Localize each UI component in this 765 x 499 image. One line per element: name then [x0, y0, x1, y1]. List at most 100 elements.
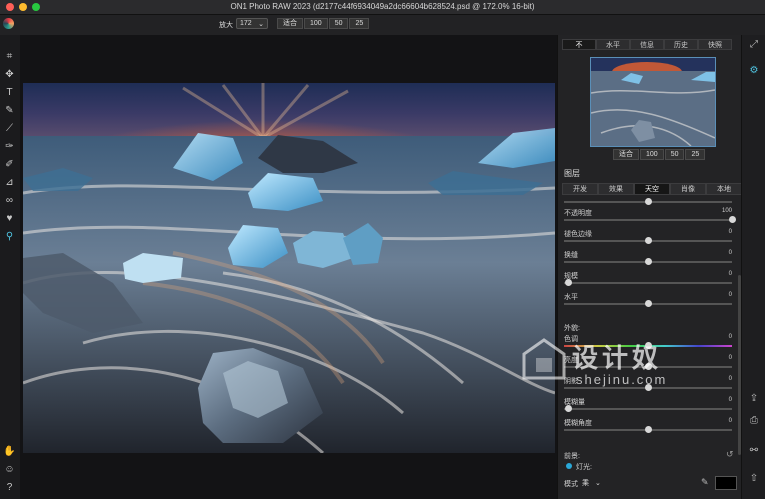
brush-icon[interactable]: ✎ — [3, 104, 16, 117]
slider-label: 褪色边缘 — [564, 231, 592, 238]
slider-knob[interactable] — [565, 405, 572, 412]
left-toolbar: ⌗ ✥ T ✎ ⟋ ✑ ✐ ⊿ ∞ ♥ ⚲ ✋ ☺ ? — [0, 35, 20, 499]
slider-fade-edge[interactable]: 褪色边缘 0 — [564, 229, 736, 249]
paint-icon[interactable]: ✑ — [3, 140, 16, 153]
nav-zoom-fit-button[interactable]: 适合 — [613, 149, 639, 160]
share-icon[interactable]: ⚯ — [748, 445, 760, 457]
tab-local[interactable]: 本地 — [706, 183, 742, 195]
mode-value: 乘 — [582, 479, 589, 487]
image-canvas[interactable] — [20, 35, 557, 499]
slider-label: 水平 — [564, 294, 578, 301]
navigator-zoom-buttons: 适合 100 50 25 — [613, 149, 706, 160]
zoom-50-button[interactable]: 50 — [328, 18, 349, 29]
adjust-icon[interactable]: ⚙ — [748, 65, 760, 77]
zoom-25-button[interactable]: 25 — [349, 18, 370, 29]
slider-horizontal[interactable]: 水平 0 — [564, 292, 736, 312]
window-title: ON1 Photo RAW 2023 (d2177c44f6934049a2dc… — [230, 2, 535, 11]
slider-label: 不透明度 — [564, 210, 592, 217]
zoom-icon[interactable]: ⚲ — [3, 230, 16, 243]
slider-track — [564, 282, 732, 284]
slider-blur-angle[interactable]: 模糊角度 0 — [564, 418, 736, 438]
tab-snapshots[interactable]: 快照 — [698, 39, 732, 50]
upload-icon[interactable]: ⇧ — [748, 473, 760, 485]
top-toolbar: 放大 172 ⌄ 适合 100 50 25 — [0, 15, 765, 35]
mode-select[interactable]: 乘 ⌄ — [582, 477, 606, 488]
zoom-label: 放大 — [219, 22, 233, 29]
slider-value: 0 — [728, 397, 732, 403]
chevron-down-icon: ⌄ — [258, 20, 264, 28]
line-icon[interactable]: ⟋ — [3, 122, 16, 135]
tab-portrait[interactable]: 肖像 — [670, 183, 706, 195]
slider-value: 0 — [728, 271, 732, 277]
tab-navigator[interactable]: 不 — [562, 39, 596, 50]
tab-sky[interactable]: 天空 — [634, 183, 670, 195]
slider-value: 0 — [728, 250, 732, 256]
nav-zoom-25-button[interactable]: 25 — [685, 149, 706, 160]
foreground-color-swatch[interactable] — [715, 476, 737, 490]
zoom-buttons: 适合 100 50 25 — [277, 18, 370, 29]
watermark: 设计奴 shejinu.com — [520, 336, 760, 396]
photo-image[interactable] — [23, 83, 555, 453]
gradient-icon[interactable]: ⊿ — [3, 176, 16, 189]
tab-history[interactable]: 历史 — [664, 39, 698, 50]
hand-icon[interactable]: ✋ — [3, 445, 16, 458]
mode-label: 模式 — [564, 481, 578, 488]
expand-icon[interactable]: ⤢ — [748, 39, 760, 51]
slider-blur-amount[interactable]: 模糊量 0 — [564, 397, 736, 417]
slider-knob[interactable] — [645, 258, 652, 265]
heart-icon[interactable]: ♥ — [3, 212, 16, 225]
watermark-logo-icon — [522, 338, 566, 380]
zoom-value: 172 — [240, 20, 252, 27]
slider-scale[interactable]: 规模 0 — [564, 271, 736, 291]
slider-knob[interactable] — [729, 216, 736, 223]
tab-info[interactable]: 信息 — [630, 39, 664, 50]
slider-seam[interactable]: 换缝 0 — [564, 250, 736, 270]
clone-icon[interactable]: ∞ — [3, 194, 16, 207]
help-icon[interactable]: ? — [3, 481, 16, 494]
layer-module-tabs: 开发 效果 天空 肖像 本地 — [562, 183, 742, 195]
light-label: 灯光: — [576, 464, 592, 471]
person-icon[interactable]: ☺ — [3, 463, 16, 476]
print-icon[interactable]: ⎙ — [748, 415, 760, 427]
zoom-select[interactable]: 172 ⌄ — [236, 18, 268, 29]
slider-value: 0 — [728, 229, 732, 235]
reset-icon[interactable]: ↺ — [726, 449, 734, 460]
slider-value: 0 — [728, 418, 732, 424]
right-panel: 不 水平 信息 历史 快照 适合 100 50 25 图层 开发 效果 天空 肖… — [557, 35, 742, 499]
title-bar: ON1 Photo RAW 2023 (d2177c44f6934049a2dc… — [0, 0, 765, 15]
slider-knob[interactable] — [565, 279, 572, 286]
appearance-title: 外貌: — [564, 325, 580, 332]
navigator-thumbnail[interactable] — [590, 57, 716, 147]
watermark-cn-text: 设计奴 — [572, 343, 663, 373]
nav-zoom-100-button[interactable]: 100 — [640, 149, 664, 160]
crop-icon[interactable]: ⌗ — [3, 50, 16, 63]
slider-knob[interactable] — [645, 198, 652, 205]
navigator-tabs: 不 水平 信息 历史 快照 — [562, 39, 732, 50]
eyedropper-icon[interactable]: ✎ — [701, 477, 709, 488]
retouch-icon[interactable]: ✐ — [3, 158, 16, 171]
photo-artwork — [23, 83, 555, 453]
app-logo-icon — [3, 18, 14, 29]
move-icon[interactable]: ✥ — [3, 68, 16, 81]
slider-value: 100 — [721, 208, 732, 214]
slider-label: 换缝 — [564, 252, 578, 259]
text-icon[interactable]: T — [3, 86, 16, 99]
navigator-preview — [591, 58, 715, 146]
foreground-title: 前景: — [564, 453, 580, 460]
zoom-100-button[interactable]: 100 — [304, 18, 328, 29]
chevron-down-icon: ⌄ — [595, 479, 601, 487]
slider-track — [564, 219, 732, 221]
slider-knob[interactable] — [645, 237, 652, 244]
slider-value: 0 — [728, 292, 732, 298]
slider-knob[interactable] — [645, 426, 652, 433]
tab-levels[interactable]: 水平 — [596, 39, 630, 50]
slider-knob[interactable] — [645, 300, 652, 307]
zoom-fit-button[interactable]: 适合 — [277, 18, 303, 29]
watermark-url-text: shejinu.com — [576, 372, 668, 387]
nav-zoom-50-button[interactable]: 50 — [664, 149, 685, 160]
light-toggle-icon[interactable] — [566, 463, 572, 469]
tab-effects[interactable]: 效果 — [598, 183, 634, 195]
module-strip: ⤢ ⚙ ⇪ ⎙ ⚯ ⇧ — [741, 35, 765, 499]
slider-opacity[interactable]: 不透明度 100 — [564, 208, 736, 228]
tab-develop[interactable]: 开发 — [562, 183, 598, 195]
